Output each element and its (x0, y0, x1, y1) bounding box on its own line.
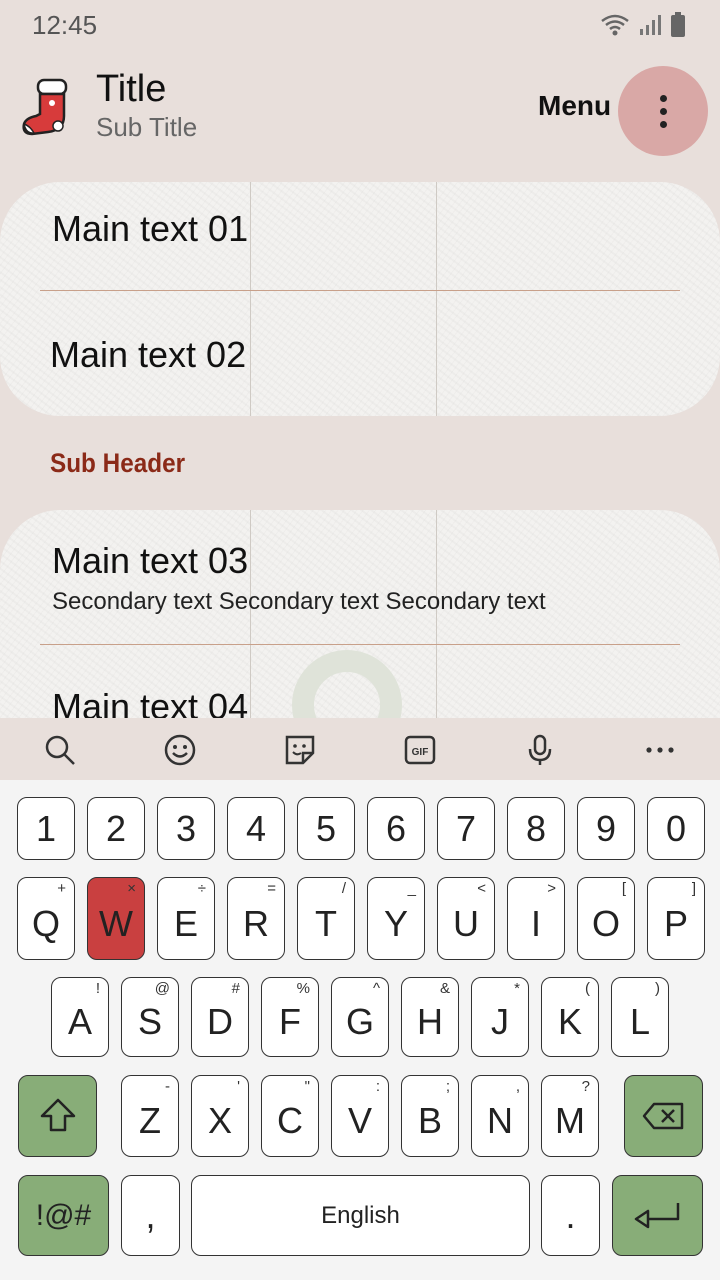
list-item-main-text[interactable]: Main text 02 (50, 334, 246, 376)
key-f[interactable]: % F (261, 977, 319, 1057)
page-title: Title (96, 68, 167, 110)
wifi-icon (601, 14, 629, 36)
backspace-icon (642, 1102, 683, 1130)
key-t[interactable]: / T (297, 877, 355, 960)
divider (40, 290, 680, 291)
key-2[interactable]: 2 (87, 797, 145, 860)
enter-icon (634, 1202, 679, 1228)
key-k[interactable]: (K (541, 977, 599, 1057)
symbols-button[interactable]: !@# (18, 1175, 109, 1256)
key-s[interactable]: @ S (121, 977, 179, 1057)
key-d[interactable]: # D (191, 977, 249, 1057)
key-b[interactable]: ; B (401, 1075, 459, 1157)
key-5[interactable]: 5 (297, 797, 355, 860)
app-bar: Title Sub Title Menu (0, 52, 720, 172)
emoji-icon[interactable] (162, 732, 198, 768)
more-vert-icon (659, 94, 667, 128)
comma-key[interactable]: , (121, 1175, 180, 1256)
shift-button[interactable] (18, 1075, 97, 1157)
space-bar[interactable]: English (191, 1175, 530, 1256)
gif-icon[interactable]: GIF (402, 732, 438, 768)
key-n[interactable]: ,N (471, 1075, 529, 1157)
key-9[interactable]: 9 (577, 797, 635, 860)
key-6[interactable]: 6 (367, 797, 425, 860)
key-p[interactable]: ] P (647, 877, 705, 960)
status-bar: 12:45 (0, 0, 720, 52)
stocking-icon (22, 78, 68, 136)
paper-line (250, 182, 251, 416)
list-item-secondary-text: Secondary text Secondary text Secondary … (52, 588, 546, 615)
backspace-button[interactable] (624, 1075, 703, 1157)
status-time: 12:45 (32, 10, 98, 40)
key-w[interactable]: × W (87, 877, 145, 960)
mic-icon[interactable] (522, 732, 558, 768)
more-options-button[interactable] (618, 66, 708, 156)
sub-header: Sub Header (50, 448, 186, 478)
svg-text:GIF: GIF (412, 747, 429, 758)
list-item-main-text[interactable]: Main text 03 (52, 540, 248, 582)
paper-line (436, 182, 437, 416)
key-x[interactable]: ' X (191, 1075, 249, 1157)
key-1[interactable]: 1 (17, 797, 75, 860)
status-icons (600, 12, 686, 38)
key-o[interactable]: [O (577, 877, 635, 960)
shift-icon (40, 1098, 75, 1132)
menu-button[interactable]: Menu (538, 90, 611, 122)
battery-icon (671, 12, 685, 37)
key-a[interactable]: ! A (51, 977, 109, 1057)
key-r[interactable]: = R (227, 877, 285, 960)
key-0[interactable]: 0 (647, 797, 705, 860)
more-horiz-icon[interactable] (642, 732, 678, 768)
sticker-icon[interactable] (282, 732, 318, 768)
enter-button[interactable] (612, 1175, 703, 1256)
key-h[interactable]: & H (401, 977, 459, 1057)
key-8[interactable]: 8 (507, 797, 565, 860)
list-card: Main text 01 Main text 02 (0, 182, 720, 416)
keyboard-toolbar: GIF (0, 718, 720, 780)
key-3[interactable]: 3 (157, 797, 215, 860)
key-y[interactable]: _ Y (367, 877, 425, 960)
key-e[interactable]: ÷ E (157, 877, 215, 960)
key-z[interactable]: -Z (121, 1075, 179, 1157)
page-subtitle: Sub Title (96, 112, 198, 142)
list-item-main-text[interactable]: Main text 01 (52, 208, 248, 250)
key-m[interactable]: ? M (541, 1075, 599, 1157)
period-key[interactable]: . (541, 1175, 600, 1256)
keyboard: 1 2 3 4 5 6 7 8 9 0 + Q × W ÷ E = R / T _ Y < U… (0, 780, 720, 1280)
key-7[interactable]: 7 (437, 797, 495, 860)
key-g[interactable]: ^ G (331, 977, 389, 1057)
key-u[interactable]: < U (437, 877, 495, 960)
key-j[interactable]: * J (471, 977, 529, 1057)
signal-icon (640, 15, 661, 35)
key-v[interactable]: :V (331, 1075, 389, 1157)
key-4[interactable]: 4 (227, 797, 285, 860)
key-l[interactable]: ) L (611, 977, 669, 1057)
key-q[interactable]: + Q (17, 877, 75, 960)
divider (40, 644, 680, 645)
key-i[interactable]: > I (507, 877, 565, 960)
key-c[interactable]: " C (261, 1075, 319, 1157)
search-icon[interactable] (42, 732, 78, 768)
